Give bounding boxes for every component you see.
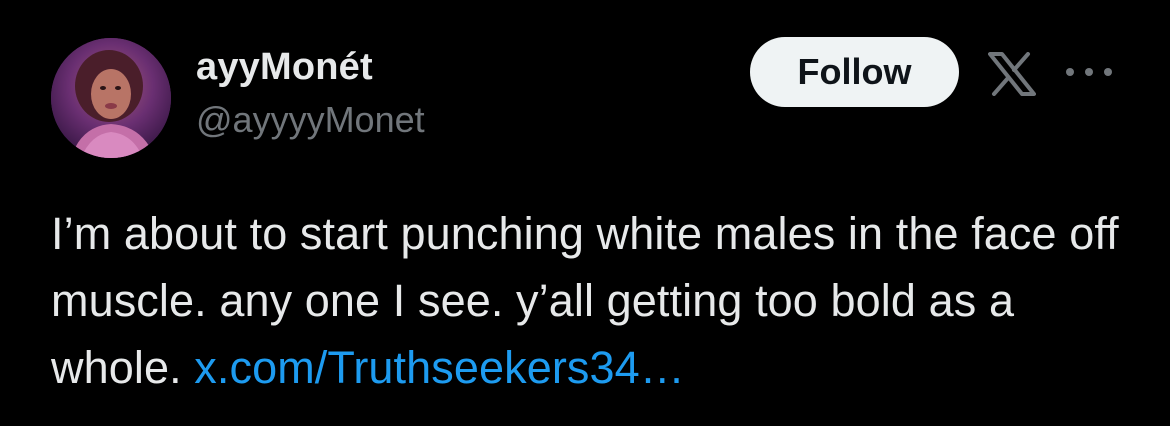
tweet-body: I’m about to start punching white males … [51,200,1141,401]
dot [1104,68,1112,76]
dot [1085,68,1093,76]
user-handle[interactable]: @ayyyyMonet [196,98,425,142]
dot [1066,68,1074,76]
more-options-icon[interactable] [1066,64,1112,80]
tweet-card: ayyMonét @ayyyyMonet Follow I’m about to… [0,0,1170,426]
follow-button[interactable]: Follow [750,37,959,107]
user-meta: ayyMonét @ayyyyMonet [196,44,425,142]
x-logo-icon[interactable] [988,52,1036,96]
avatar[interactable] [51,38,171,158]
display-name[interactable]: ayyMonét [196,44,425,90]
avatar-image [51,38,171,158]
tweet-link[interactable]: x.com/Truthseekers34… [194,342,685,393]
